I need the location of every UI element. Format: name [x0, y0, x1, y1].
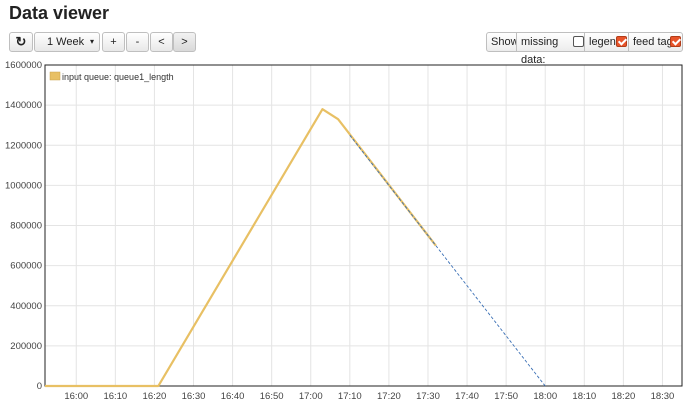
x-tick-label: 17:20 — [377, 391, 401, 402]
x-tick-label: 16:50 — [260, 391, 284, 402]
y-tick-label: 1400000 — [5, 100, 42, 111]
y-tick-label: 1600000 — [5, 60, 42, 71]
y-tick-label: 400000 — [10, 301, 42, 312]
x-tick-label: 17:10 — [338, 391, 362, 402]
legend-label: input queue: queue1_length — [62, 72, 174, 82]
x-tick-label: 18:20 — [611, 391, 635, 402]
x-tick-label: 16:30 — [182, 391, 206, 402]
x-tick-label: 18:10 — [572, 391, 596, 402]
y-tick-label: 200000 — [10, 341, 42, 352]
y-tick-label: 1200000 — [5, 140, 42, 151]
x-tick-label: 17:50 — [494, 391, 518, 402]
legend-swatch — [49, 71, 61, 81]
x-tick-label: 16:00 — [64, 391, 88, 402]
x-tick-label: 17:40 — [455, 391, 479, 402]
x-tick-label: 18:00 — [533, 391, 557, 402]
y-tick-label: 800000 — [10, 221, 42, 232]
y-tick-label: 1000000 — [5, 180, 42, 191]
x-tick-label: 17:30 — [416, 391, 440, 402]
y-tick-label: 600000 — [10, 261, 42, 272]
x-tick-label: 16:40 — [221, 391, 245, 402]
y-tick-label: 0 — [37, 381, 42, 392]
x-tick-label: 18:30 — [651, 391, 675, 402]
x-tick-label: 16:20 — [143, 391, 167, 402]
line-chart[interactable]: 16:00 16:10 16:20 16:30 16:40 16:50 17:00 17:10… — [0, 0, 690, 408]
x-tick-label: 16:10 — [103, 391, 127, 402]
x-tick-label: 17:00 — [299, 391, 323, 402]
